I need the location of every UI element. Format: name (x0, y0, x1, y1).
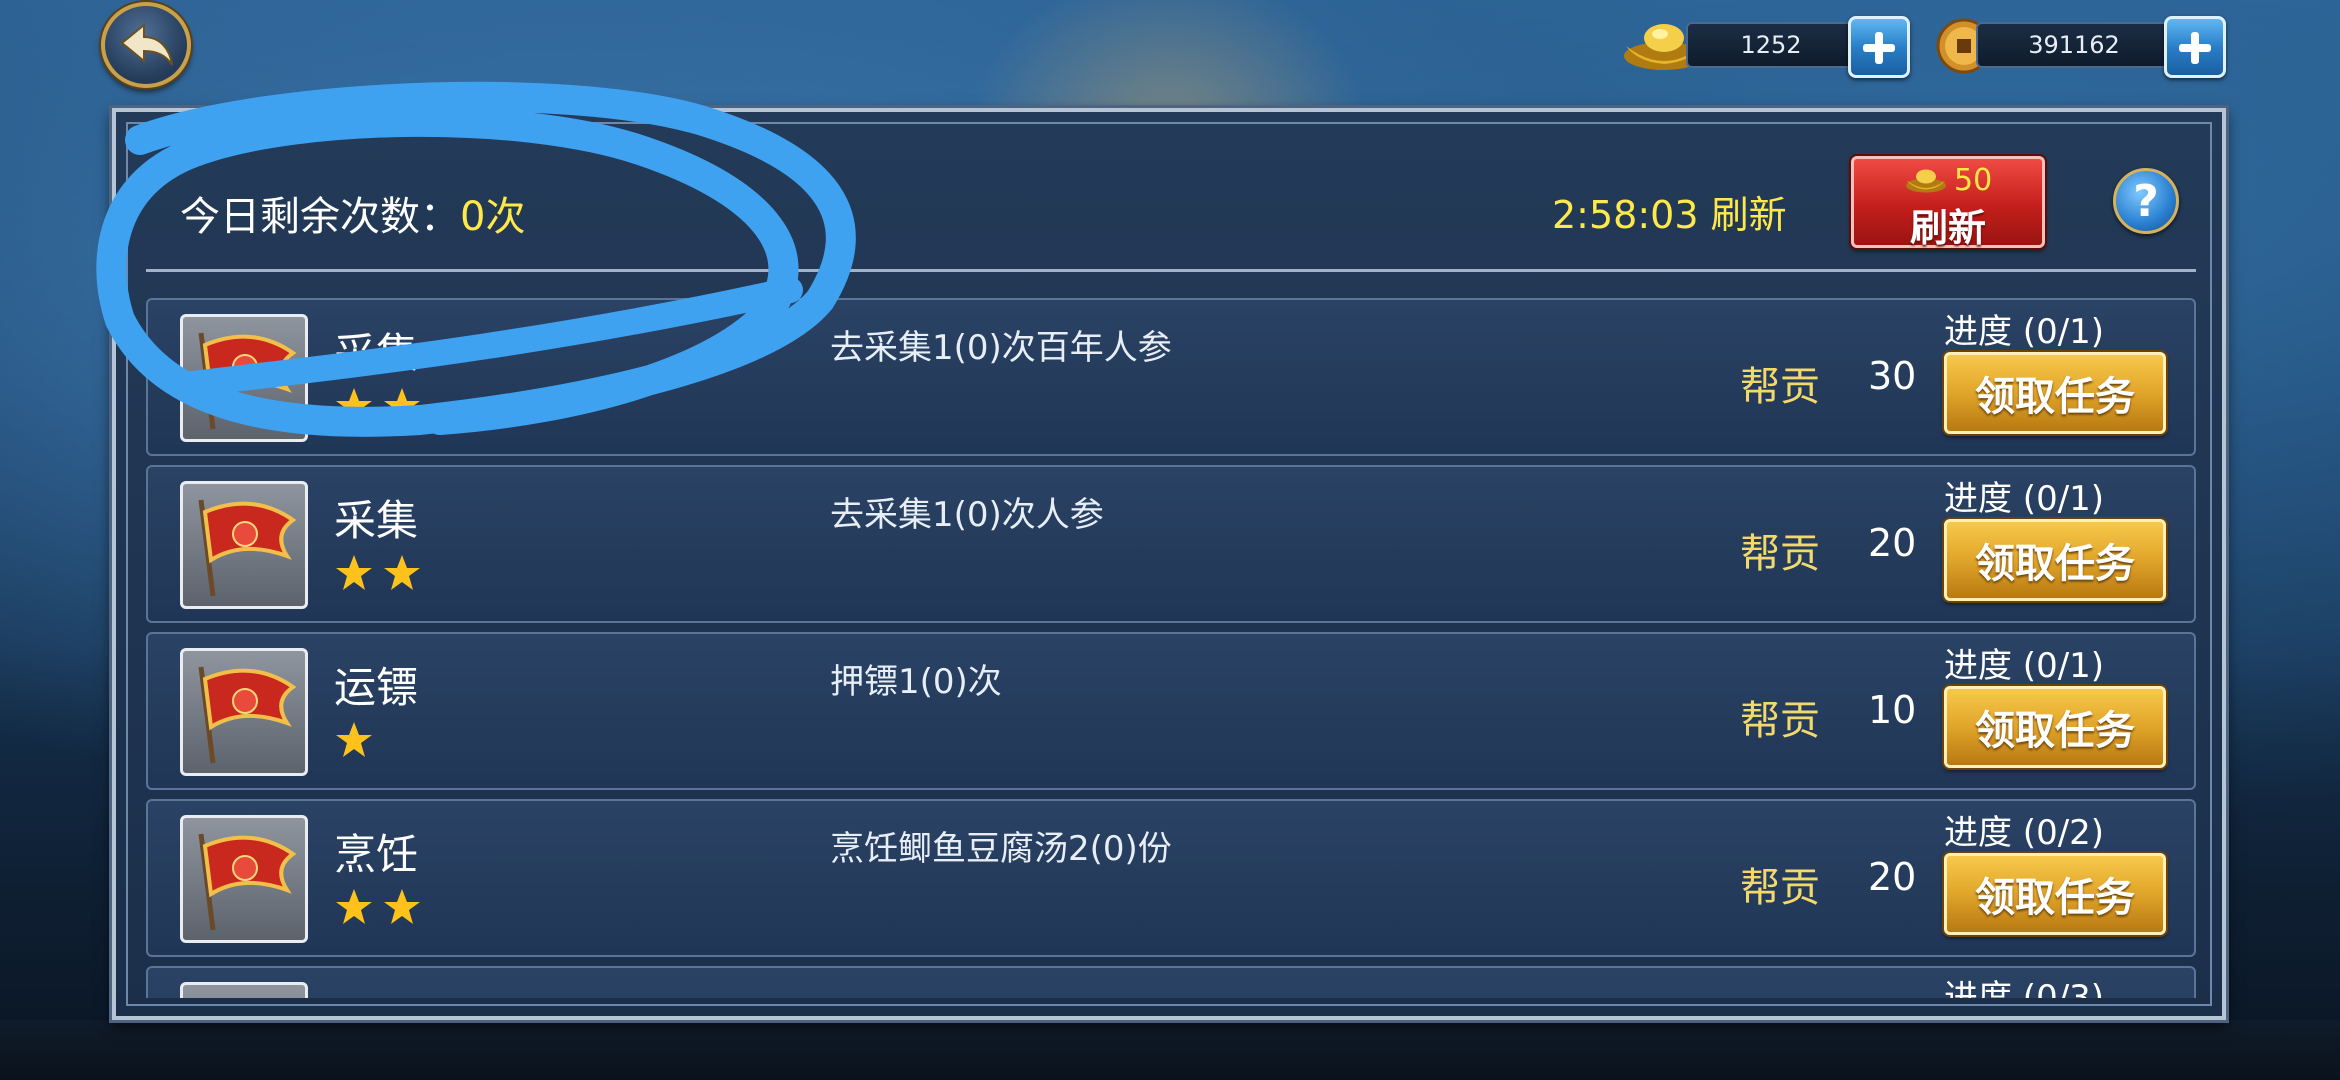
task-progress: 进度 (0/2) (1944, 813, 2105, 853)
gold-amount: 1252 (1686, 22, 1856, 68)
task-type: 烹饪 (334, 830, 419, 879)
star-icon (336, 722, 372, 757)
task-description: 去采集1(0)次百年人参 (830, 328, 1172, 368)
claim-task-button[interactable]: 领取任务 (1944, 853, 2166, 935)
reward-value: 20 (1868, 521, 1917, 565)
task-stars (334, 887, 422, 927)
task-stars (334, 386, 422, 426)
remaining-label: 今日剩余次数： (180, 194, 460, 240)
task-description: 烹饪鲫鱼豆腐汤2(0)份 (830, 829, 1172, 869)
claim-task-button[interactable]: 领取任务 (1944, 686, 2166, 768)
task-progress: 进度 (0/3) (1944, 978, 2105, 998)
background-ground (0, 1020, 2340, 1080)
task-progress: 进度 (0/1) (1944, 479, 2105, 519)
task-row: 进度 (0/3) (146, 966, 2196, 998)
guild-task-panel: 今日剩余次数：0次 2:58:03 刷新 50 刷新 ? 采集 去采集1(0)次… (112, 108, 2226, 1020)
reward-value: 20 (1868, 855, 1917, 899)
task-row: 烹饪 烹饪鲫鱼豆腐汤2(0)份 帮贡 20 进度 (0/2) 领取任务 (146, 799, 2196, 957)
claim-task-button[interactable]: 领取任务 (1944, 352, 2166, 434)
star-icon (336, 388, 372, 423)
task-row: 采集 去采集1(0)次百年人参 帮贡 30 进度 (0/1) 领取任务 (146, 298, 2196, 456)
reward-value: 30 (1868, 354, 1917, 398)
remaining-count: 今日剩余次数：0次 (180, 184, 525, 242)
task-progress: 进度 (0/1) (1944, 646, 2105, 686)
add-gold-button[interactable] (1848, 16, 1910, 78)
back-arrow-icon (120, 22, 173, 66)
remaining-value: 0次 (460, 194, 526, 240)
refresh-label: 刷新 (1909, 206, 1986, 250)
task-flag-icon (180, 815, 308, 943)
reward-value: 10 (1868, 688, 1917, 732)
star-icon (384, 889, 420, 924)
refresh-cost: 50 (1904, 161, 1992, 199)
star-icon (336, 889, 372, 924)
back-button[interactable] (101, 2, 191, 88)
task-stars (334, 553, 422, 593)
gold-ingot-icon (1906, 169, 1946, 193)
star-icon (384, 388, 420, 423)
star-icon (384, 555, 420, 590)
reward-label: 帮贡 (1740, 865, 1820, 911)
task-type: 采集 (334, 496, 419, 545)
coin-currency: 391162 (1936, 16, 2226, 78)
task-stars (334, 720, 374, 760)
help-button[interactable]: ? (2113, 168, 2179, 234)
coin-amount: 391162 (1976, 22, 2172, 68)
task-row: 运镖 押镖1(0)次 帮贡 10 进度 (0/1) 领取任务 (146, 632, 2196, 790)
task-row: 采集 去采集1(0)次人参 帮贡 20 进度 (0/1) 领取任务 (146, 465, 2196, 623)
task-type: 采集 (334, 329, 419, 378)
star-icon (336, 555, 372, 590)
claim-task-button[interactable]: 领取任务 (1944, 519, 2166, 601)
task-description: 去采集1(0)次人参 (830, 495, 1104, 535)
task-flag-icon (180, 982, 308, 998)
task-list[interactable]: 采集 去采集1(0)次百年人参 帮贡 30 进度 (0/1) 领取任务 采集 去… (146, 298, 2196, 998)
refresh-button[interactable]: 50 刷新 (1851, 156, 2045, 250)
refresh-timer: 2:58:03 刷新 (1552, 193, 1787, 237)
task-flag-icon (180, 314, 308, 442)
task-progress: 进度 (0/1) (1944, 312, 2105, 352)
reward-label: 帮贡 (1740, 364, 1820, 410)
reward-label: 帮贡 (1740, 531, 1820, 577)
refresh-cost-value: 50 (1954, 162, 1993, 198)
gold-currency: 1252 (1620, 16, 1910, 78)
task-type: 运镖 (334, 663, 419, 712)
task-flag-icon (180, 481, 308, 609)
reward-label: 帮贡 (1740, 698, 1820, 744)
add-coin-button[interactable] (2164, 16, 2226, 78)
task-flag-icon (180, 648, 308, 776)
task-description: 押镖1(0)次 (830, 662, 1002, 702)
